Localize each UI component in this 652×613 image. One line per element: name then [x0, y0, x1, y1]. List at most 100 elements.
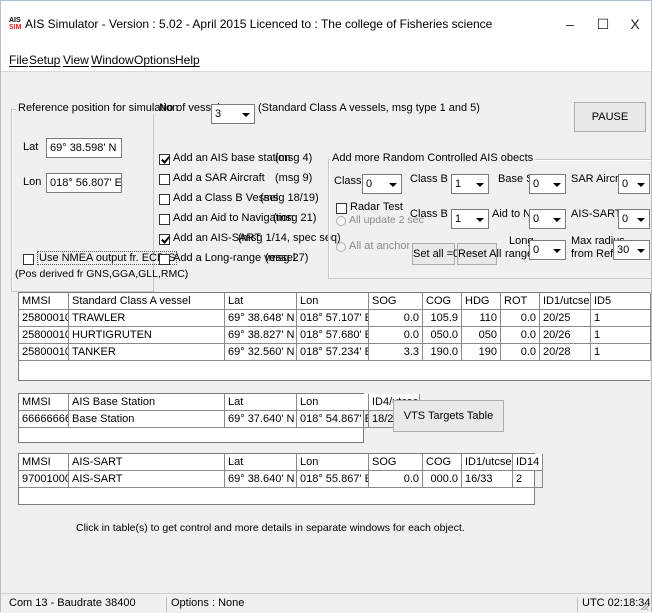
radar-test-checkbox[interactable]: [336, 203, 347, 214]
ais-sart-table-row-cell[interactable]: 018° 55.867' E: [297, 471, 369, 488]
vessel-table-row-cell[interactable]: 050.0: [423, 327, 462, 344]
status-bar: Com 13 - Baudrate 38400 Options : None U…: [1, 593, 651, 613]
lat-input[interactable]: 69° 38.598' N: [46, 138, 122, 158]
sar-aircraft-select[interactable]: 0: [618, 174, 650, 194]
vessel-table-header-cell: Lon: [297, 293, 369, 310]
ais-sart-table[interactable]: MMSI AIS-SART Lat Lon SOG COG ID1/utcsec ID14 97…: [18, 453, 543, 505]
base-station-table-row-cell[interactable]: 018° 54.867' E: [297, 411, 369, 428]
class-b-cs-select[interactable]: 1: [451, 209, 489, 229]
menu-help[interactable]: Help: [175, 53, 200, 67]
menu-options[interactable]: Options: [134, 53, 175, 67]
reset-all-button[interactable]: Reset All: [457, 243, 501, 265]
vessel-table-row-cell[interactable]: 0.0: [369, 327, 423, 344]
vessel-table-row-cell[interactable]: 1: [591, 327, 651, 344]
vessel-table-row-cell[interactable]: 018° 57.234' E: [297, 344, 369, 361]
nmea-output-label[interactable]: Use NMEA output fr. ECDIS: [37, 251, 178, 265]
base-station-table-header-cell: AIS Base Station: [69, 394, 225, 411]
vessel-table-row-cell[interactable]: 258000101: [19, 310, 69, 327]
ais-sart-table-row-cell[interactable]: 0.0: [369, 471, 423, 488]
pos-derived-note: (Pos derived fr GNS,GGA,GLL,RMC): [15, 268, 189, 280]
add-sar-aircraft-checkbox[interactable]: [159, 174, 170, 185]
table-hint-text: Click in table(s) to get control and mor…: [76, 522, 465, 534]
lon-input[interactable]: 018° 56.807' E: [46, 173, 122, 193]
ais-sart-table-row-cell[interactable]: AIS-SART: [69, 471, 225, 488]
chevron-down-icon: [632, 242, 648, 258]
vessel-table-row-cell[interactable]: 20/25: [540, 310, 591, 327]
no-of-vessels-select[interactable]: 3: [211, 104, 255, 124]
maximize-button[interactable]: ☐: [588, 13, 618, 35]
vessel-table-row-cell[interactable]: 258000103: [19, 344, 69, 361]
minimize-button[interactable]: –: [555, 13, 585, 35]
vessel-table-row-cell[interactable]: 0.0: [501, 310, 540, 327]
add-base-station-checkbox[interactable]: [159, 154, 170, 165]
ais-sart-table-row-cell[interactable]: 16/33: [462, 471, 513, 488]
base-stns-select[interactable]: 0: [529, 174, 566, 194]
base-station-table[interactable]: MMSIAIS Base StationLatLonID4/utcsec6666…: [18, 393, 420, 443]
vessel-table-header-cell: Standard Class A vessel: [69, 293, 225, 310]
base-station-table-row-cell[interactable]: Base Station: [69, 411, 225, 428]
all-update-radio[interactable]: [336, 216, 346, 226]
vessel-table-row-cell[interactable]: 69° 32.560' N: [225, 344, 297, 361]
vessel-table-row-cell[interactable]: 110: [462, 310, 501, 327]
vessel-table-row-cell[interactable]: 0.0: [501, 327, 540, 344]
title-bar[interactable]: AIS SIM AIS Simulator - Version : 5.02 -…: [1, 1, 651, 49]
chevron-down-icon: [548, 211, 564, 227]
base-station-table-row-cell[interactable]: 69° 37.640' N: [225, 411, 297, 428]
vessel-table-row-cell[interactable]: 69° 38.827' N: [225, 327, 297, 344]
main-panel: Reference position for simulation Lat 69…: [1, 71, 651, 594]
vessel-table-header-cell: SOG: [369, 293, 423, 310]
vessel-table-row-cell[interactable]: 105.9: [423, 310, 462, 327]
resize-grip-icon[interactable]: [639, 601, 649, 611]
class-b-so-select[interactable]: 1: [451, 174, 489, 194]
ais-sart-value: 0: [622, 213, 629, 225]
vessel-table-row-cell[interactable]: 190: [462, 344, 501, 361]
menu-view[interactable]: View: [63, 53, 89, 67]
menu-window[interactable]: Window: [91, 53, 134, 67]
vessel-table-row-cell[interactable]: 190.0: [423, 344, 462, 361]
all-at-anchor-radio[interactable]: [336, 242, 346, 252]
add-ais-sart-checkbox[interactable]: [159, 234, 170, 245]
class-a-select[interactable]: 0: [362, 174, 402, 194]
nmea-output-checkbox[interactable]: [23, 254, 34, 265]
vessel-table-row-cell[interactable]: TANKER: [69, 344, 225, 361]
vessel-table-row-cell[interactable]: TRAWLER: [69, 310, 225, 327]
aid-to-nav-select[interactable]: 0: [529, 209, 566, 229]
random-group-label: Add more Random Controlled AIS obects: [330, 152, 536, 164]
ais-sart-table-row-cell[interactable]: 970010001: [19, 471, 69, 488]
vessel-table-row-cell[interactable]: 018° 57.107' E: [297, 310, 369, 327]
add-long-range-checkbox[interactable]: [159, 254, 170, 265]
chevron-down-icon: [471, 176, 487, 192]
vessel-table-header-cell: MMSI: [19, 293, 69, 310]
pause-button[interactable]: PAUSE: [574, 102, 646, 132]
base-station-table-row-cell[interactable]: 666666666: [19, 411, 69, 428]
max-radius-select[interactable]: 30: [613, 240, 650, 260]
vessel-table-row-cell[interactable]: 0.0: [501, 344, 540, 361]
vessel-table[interactable]: MMSI Standard Class A vessel Lat Lon SOG COG H…: [18, 292, 651, 381]
ais-sart-table-header-cell: ID1/utcsec: [462, 454, 513, 471]
set-all-zero-button[interactable]: Set all =0: [412, 243, 459, 265]
vessel-table-row-cell[interactable]: HURTIGRUTEN: [69, 327, 225, 344]
vts-targets-table-button[interactable]: VTS Targets Table: [393, 400, 504, 432]
long-range-select[interactable]: 0: [529, 240, 566, 260]
vessel-table-row-cell[interactable]: 20/26: [540, 327, 591, 344]
ais-sart-table-header-cell: SOG: [369, 454, 423, 471]
vessel-table-row-cell[interactable]: 0.0: [369, 310, 423, 327]
vessel-table-row-cell[interactable]: 1: [591, 344, 651, 361]
menu-file[interactable]: File: [9, 53, 28, 67]
add-class-b-checkbox[interactable]: [159, 194, 170, 205]
ais-sart-table-row-cell[interactable]: 69° 38.640' N: [225, 471, 297, 488]
vessel-table-row-cell[interactable]: 20/28: [540, 344, 591, 361]
ais-sart-table-row-cell[interactable]: 2: [513, 471, 543, 488]
close-button[interactable]: X: [620, 13, 650, 35]
vessel-table-row-cell[interactable]: 258000102: [19, 327, 69, 344]
add-aid-to-nav-checkbox[interactable]: [159, 214, 170, 225]
vessel-table-row-cell[interactable]: 69° 38.648' N: [225, 310, 297, 327]
vessel-table-row-cell[interactable]: 3.3: [369, 344, 423, 361]
ais-sart-table-row-cell[interactable]: 000.0: [423, 471, 462, 488]
ais-sart-select[interactable]: 0: [618, 209, 650, 229]
vessel-table-row-cell[interactable]: 1: [591, 310, 651, 327]
menu-setup[interactable]: Setup: [29, 53, 60, 67]
ais-sart-table-header-cell: MMSI: [19, 454, 69, 471]
vessel-table-row-cell[interactable]: 050: [462, 327, 501, 344]
vessel-table-row-cell[interactable]: 018° 57.680' E: [297, 327, 369, 344]
